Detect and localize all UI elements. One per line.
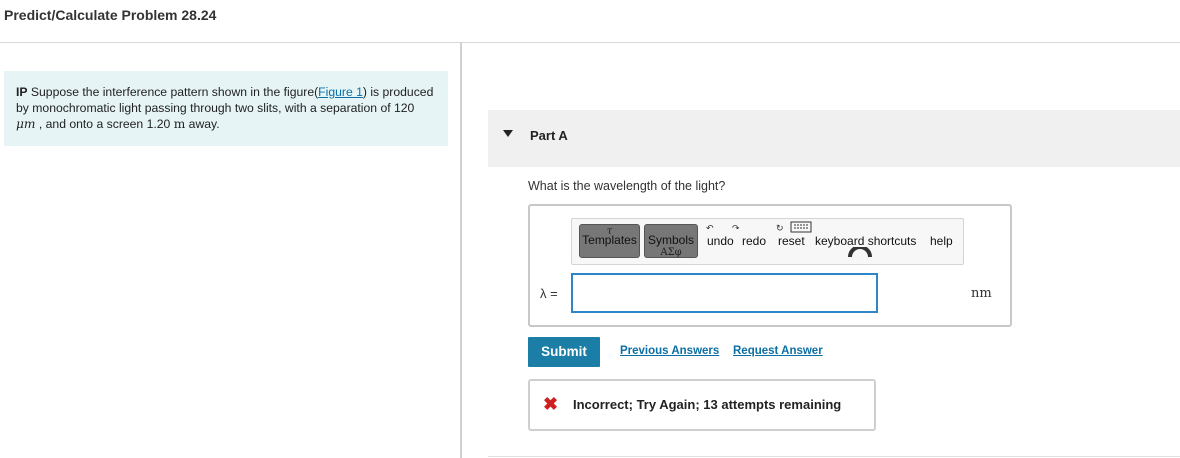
error-x-icon: ✖ (543, 394, 559, 414)
bottom-divider (488, 456, 1180, 457)
part-title: Part A (530, 128, 568, 143)
feedback-text: Incorrect; Try Again; 13 attempts remain… (573, 397, 842, 412)
submit-button[interactable]: Submit (528, 337, 600, 367)
part-a-header[interactable] (488, 110, 1180, 167)
symbols-button[interactable]: Symbols ΑΣφ (644, 224, 698, 258)
problem-text-1: Suppose the interference pattern shown i… (27, 85, 319, 99)
help-button[interactable]: help (930, 234, 953, 248)
ip-tag: IP (16, 85, 28, 99)
header-divider (0, 42, 1180, 43)
symbols-glyph: ΑΣφ (660, 247, 682, 258)
keyboard-icon (790, 221, 812, 233)
unit-micrometer: μm (16, 117, 36, 131)
reset-arrow-icon: ↻ (776, 223, 784, 233)
figure-link[interactable]: Figure 1 (318, 85, 363, 99)
unit-label: nm (971, 286, 992, 301)
undo-button[interactable]: undo (707, 234, 734, 248)
problem-text-3: , and onto a screen 1.20 (35, 117, 174, 131)
symbols-label: Symbols (647, 233, 694, 247)
problem-statement: IP Suppose the interference pattern show… (16, 84, 436, 132)
redo-button[interactable]: redo (742, 234, 766, 248)
request-answer-link[interactable]: Request Answer (733, 345, 823, 357)
page-title: Predict/Calculate Problem 28.24 (4, 7, 217, 23)
column-divider (460, 42, 462, 458)
previous-answers-link[interactable]: Previous Answers (620, 345, 719, 357)
reset-button[interactable]: reset (778, 234, 805, 248)
collapse-caret-icon[interactable] (503, 130, 513, 137)
redo-arrow-icon: ↷ (732, 223, 740, 233)
question-text: What is the wavelength of the light? (528, 179, 726, 193)
loading-arc-icon (848, 247, 872, 257)
templates-label: Templates (582, 233, 637, 247)
answer-input[interactable] (571, 273, 878, 313)
lambda-label: λ = (540, 286, 558, 301)
undo-arrow-icon: ↶ (706, 223, 714, 233)
templates-button[interactable]: τ Templates (579, 224, 640, 258)
problem-text-4: away. (185, 117, 220, 131)
keyboard-shortcuts-button[interactable]: keyboard shortcuts (815, 234, 916, 248)
unit-meter: m (173, 117, 186, 131)
